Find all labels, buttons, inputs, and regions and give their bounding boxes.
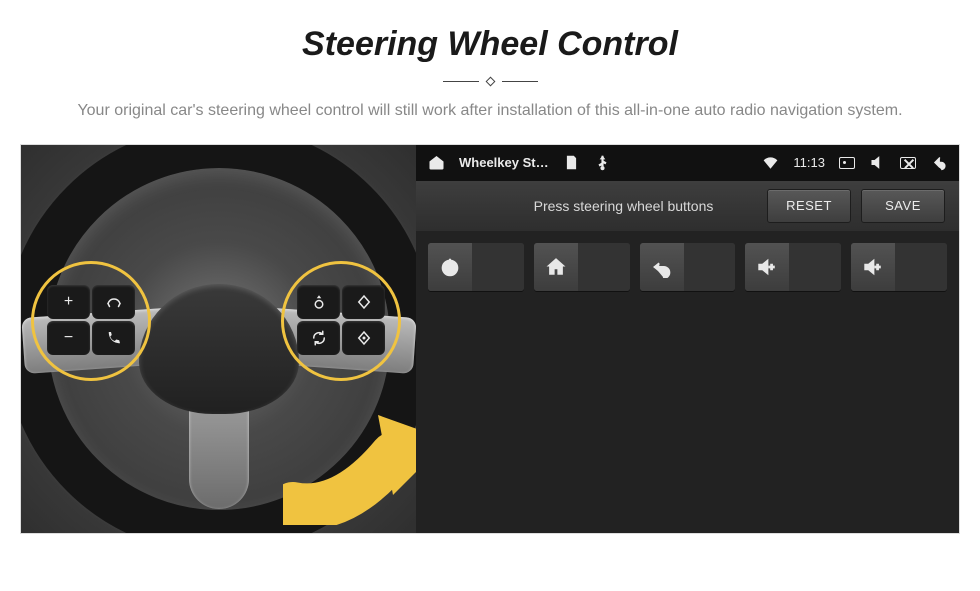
volume-up-icon bbox=[851, 243, 895, 291]
wheel-key-cycle bbox=[297, 321, 340, 355]
status-bar: Wheelkey St… 11:13 bbox=[416, 145, 959, 181]
toolbar-instruction: Press steering wheel buttons bbox=[430, 198, 757, 214]
tile-home[interactable] bbox=[534, 243, 630, 291]
volume-mute-icon[interactable] bbox=[869, 154, 886, 171]
function-tiles-row bbox=[416, 231, 959, 303]
wheel-button-pad-left: + − bbox=[47, 285, 135, 355]
statusbar-time: 11:13 bbox=[793, 155, 825, 170]
wheel-key-minus: − bbox=[47, 321, 90, 355]
home-outline-icon[interactable] bbox=[428, 154, 445, 171]
tile-volume-up-2[interactable] bbox=[851, 243, 947, 291]
statusbar-app-title: Wheelkey St… bbox=[459, 155, 549, 170]
save-button[interactable]: SAVE bbox=[861, 189, 945, 223]
tile-back[interactable] bbox=[640, 243, 736, 291]
reset-button[interactable]: RESET bbox=[767, 189, 851, 223]
tile-power[interactable] bbox=[428, 243, 524, 291]
volume-up-icon bbox=[745, 243, 789, 291]
title-divider bbox=[40, 78, 940, 85]
toolbar: Press steering wheel buttons RESET SAVE bbox=[416, 181, 959, 231]
page-header: Steering Wheel Control Your original car… bbox=[0, 0, 980, 144]
wheel-key-phone bbox=[92, 321, 135, 355]
sd-card-icon bbox=[563, 154, 580, 171]
wheel-key-up bbox=[297, 285, 340, 319]
page-subtitle: Your original car's steering wheel contr… bbox=[50, 99, 930, 124]
wheel-key-diamond bbox=[342, 285, 385, 319]
wifi-icon bbox=[762, 154, 779, 171]
close-app-icon[interactable] bbox=[900, 157, 916, 169]
home-icon bbox=[534, 243, 578, 291]
undo-icon bbox=[640, 243, 684, 291]
steering-wheel-photo: + − bbox=[21, 145, 416, 533]
screenshot-icon[interactable] bbox=[839, 157, 855, 169]
main-panel: + − Wheelkey St… bbox=[20, 144, 960, 534]
power-icon bbox=[428, 243, 472, 291]
usb-icon bbox=[594, 154, 611, 171]
tile-volume-up-1[interactable] bbox=[745, 243, 841, 291]
wheel-key-voice bbox=[92, 285, 135, 319]
head-unit-screen: Wheelkey St… 11:13 Press steering wheel … bbox=[416, 145, 959, 533]
back-icon[interactable] bbox=[930, 154, 947, 171]
wheel-key-diamond-alt bbox=[342, 321, 385, 355]
wheel-button-pad-right bbox=[297, 285, 385, 355]
page-title: Steering Wheel Control bbox=[40, 25, 940, 64]
wheel-key-plus: + bbox=[47, 285, 90, 319]
